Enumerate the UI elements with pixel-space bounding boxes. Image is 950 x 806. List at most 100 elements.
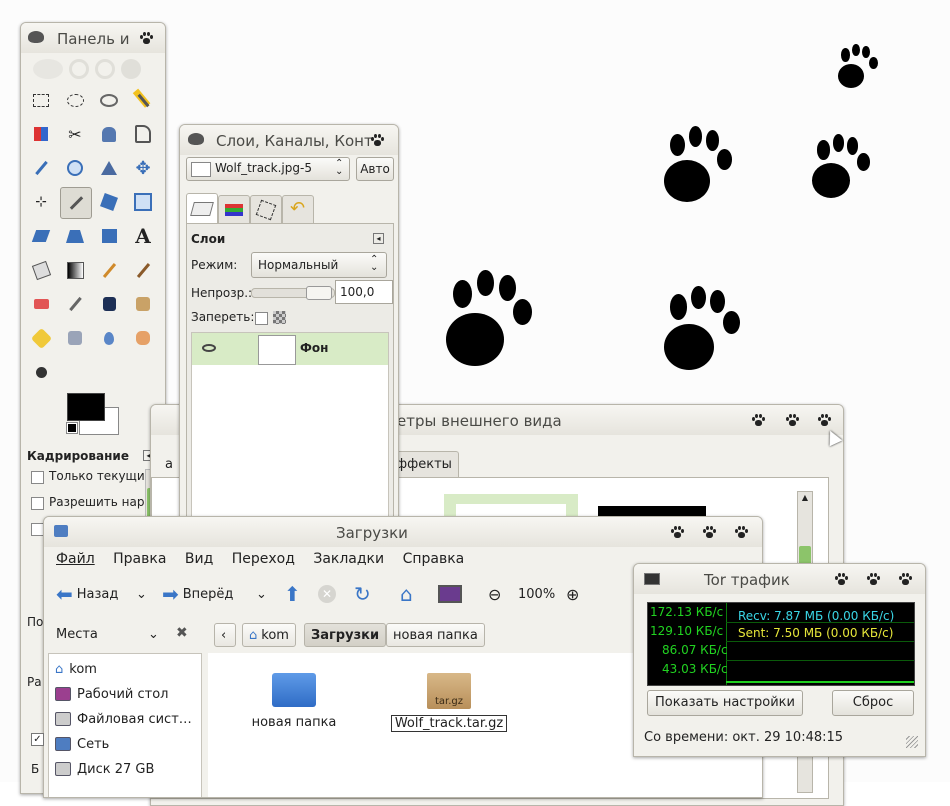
- menu-edit[interactable]: Правка: [113, 551, 166, 567]
- place-filesystem[interactable]: Файловая сист…: [55, 708, 192, 730]
- stop-button[interactable]: ✕: [318, 579, 336, 609]
- show-settings-button[interactable]: Показать настройки: [647, 690, 803, 716]
- crop-icon[interactable]: [60, 187, 92, 219]
- pencil-icon[interactable]: [96, 257, 122, 283]
- up-button[interactable]: ⬆: [284, 579, 301, 609]
- panel-menu-icon[interactable]: ◂: [373, 233, 384, 244]
- paths-icon[interactable]: [130, 121, 156, 147]
- blur-icon[interactable]: [96, 325, 122, 351]
- measure-icon[interactable]: [96, 155, 122, 181]
- paw-icon[interactable]: [834, 572, 848, 590]
- breadcrumb-new-folder[interactable]: новая папка: [386, 623, 485, 647]
- file-manager-titlebar[interactable]: Загрузки: [44, 517, 762, 547]
- paw-icon[interactable]: [898, 572, 912, 590]
- menu-view[interactable]: Вид: [185, 551, 213, 567]
- place-desktop[interactable]: Рабочий стол: [55, 683, 168, 705]
- zoom-out-button[interactable]: ⊖: [488, 579, 501, 609]
- zoom-in-button[interactable]: ⊕: [566, 579, 579, 609]
- airbrush-icon[interactable]: [62, 291, 88, 317]
- select-by-color-icon[interactable]: [28, 121, 54, 147]
- resize-grip-icon[interactable]: [906, 736, 918, 748]
- paw-icon[interactable]: [817, 413, 831, 431]
- paintbrush-icon[interactable]: [130, 257, 156, 283]
- allow-grow-checkbox[interactable]: [31, 497, 44, 510]
- computer-button[interactable]: [438, 579, 462, 609]
- paw-icon[interactable]: [702, 525, 716, 543]
- dock-tab-undo[interactable]: ↶: [282, 195, 314, 225]
- paw-icon[interactable]: [785, 413, 799, 431]
- image-selector[interactable]: Wolf_track.jpg-5 ⌃ ⌄: [186, 157, 350, 181]
- fg-bg-colors[interactable]: [61, 389, 121, 435]
- only-current-checkbox[interactable]: [31, 471, 44, 484]
- text-tool-icon[interactable]: A: [130, 223, 156, 249]
- back-button[interactable]: ⬅ Назад: [56, 579, 118, 609]
- file-item[interactable]: новая папка: [244, 667, 344, 733]
- gradient-icon[interactable]: [62, 257, 88, 283]
- reset-button[interactable]: Сброс: [832, 690, 914, 716]
- dodge-burn-icon[interactable]: [28, 359, 54, 385]
- zoom-icon[interactable]: [62, 155, 88, 181]
- place-home[interactable]: ⌂ kom: [55, 658, 97, 680]
- heal-icon[interactable]: [28, 325, 54, 351]
- forward-history-dropdown[interactable]: ⌄: [256, 579, 267, 609]
- toolbox-titlebar[interactable]: Панель и: [21, 23, 165, 53]
- layer-row[interactable]: Фон: [192, 333, 388, 365]
- menu-file[interactable]: Файл: [56, 551, 95, 567]
- foreground-select-icon[interactable]: [96, 121, 122, 147]
- magic-wand-icon[interactable]: [130, 87, 156, 113]
- eraser-icon[interactable]: [28, 291, 54, 317]
- scissors-icon[interactable]: ✂: [62, 121, 88, 147]
- move-icon[interactable]: ✥: [130, 155, 156, 181]
- auto-button[interactable]: Авто: [356, 157, 394, 181]
- paw-icon[interactable]: [751, 413, 765, 431]
- menu-bookmarks[interactable]: Закладки: [313, 551, 384, 567]
- ellipse-select-icon[interactable]: [62, 87, 88, 113]
- opacity-slider[interactable]: [251, 286, 335, 300]
- back-history-dropdown[interactable]: ⌄: [136, 579, 147, 609]
- paw-icon[interactable]: [866, 572, 880, 590]
- mode-select[interactable]: Нормальный ⌃ ⌄: [251, 252, 387, 278]
- perspective-icon[interactable]: [62, 223, 88, 249]
- breadcrumb-left-arrow[interactable]: ‹: [214, 623, 236, 647]
- rotate-icon[interactable]: [96, 189, 122, 215]
- dock-tab-layers[interactable]: [186, 193, 218, 224]
- tab-effects[interactable]: ффекты: [389, 451, 459, 478]
- layers-titlebar[interactable]: Слои, Каналы, Конт: [180, 125, 398, 155]
- close-sidebar-button[interactable]: ✖: [176, 625, 188, 641]
- home-button[interactable]: ⌂: [400, 579, 413, 609]
- forward-button[interactable]: ➡ Вперёд: [162, 579, 233, 609]
- lock-pixels-checkbox[interactable]: [255, 312, 268, 325]
- eye-icon[interactable]: [202, 344, 216, 352]
- paw-icon[interactable]: [734, 525, 748, 543]
- hidden-checkbox[interactable]: ✓: [31, 733, 44, 746]
- dock-tab-paths[interactable]: [250, 195, 282, 225]
- place-disk-label: Диск 27 GB: [77, 761, 155, 777]
- bucket-fill-icon[interactable]: [28, 257, 54, 283]
- breadcrumb-downloads[interactable]: Загрузки: [304, 623, 387, 647]
- file-item[interactable]: tar.gz Wolf_track.tar.gz: [384, 667, 514, 733]
- smudge-icon[interactable]: [130, 325, 156, 351]
- flip-icon[interactable]: [96, 223, 122, 249]
- perspective-clone-icon[interactable]: [62, 325, 88, 351]
- rect-select-icon[interactable]: [28, 87, 54, 113]
- tor-titlebar[interactable]: Tor трафик: [634, 564, 925, 594]
- reload-button[interactable]: ↻: [354, 579, 371, 609]
- menu-help[interactable]: Справка: [403, 551, 465, 567]
- clone-icon[interactable]: [130, 291, 156, 317]
- paw-icon[interactable]: [670, 525, 684, 543]
- menu-go[interactable]: Переход: [232, 551, 295, 567]
- lasso-icon[interactable]: [96, 87, 122, 113]
- ink-icon[interactable]: [96, 291, 122, 317]
- breadcrumb-home[interactable]: ⌂ kom: [242, 623, 296, 647]
- scale-icon[interactable]: [130, 189, 156, 215]
- layers-section-title: Слои: [191, 232, 226, 246]
- place-disk[interactable]: Диск 27 GB: [55, 758, 154, 780]
- dock-tab-channels[interactable]: [218, 195, 250, 225]
- shear-icon[interactable]: [28, 223, 54, 249]
- color-picker-icon[interactable]: [28, 155, 54, 181]
- tab-partial[interactable]: а: [165, 453, 173, 477]
- place-network[interactable]: Сеть: [55, 733, 109, 755]
- opacity-spin[interactable]: 100,0: [335, 280, 393, 304]
- align-icon[interactable]: ⊹: [28, 189, 54, 215]
- places-dropdown[interactable]: Места ⌄: [56, 627, 164, 647]
